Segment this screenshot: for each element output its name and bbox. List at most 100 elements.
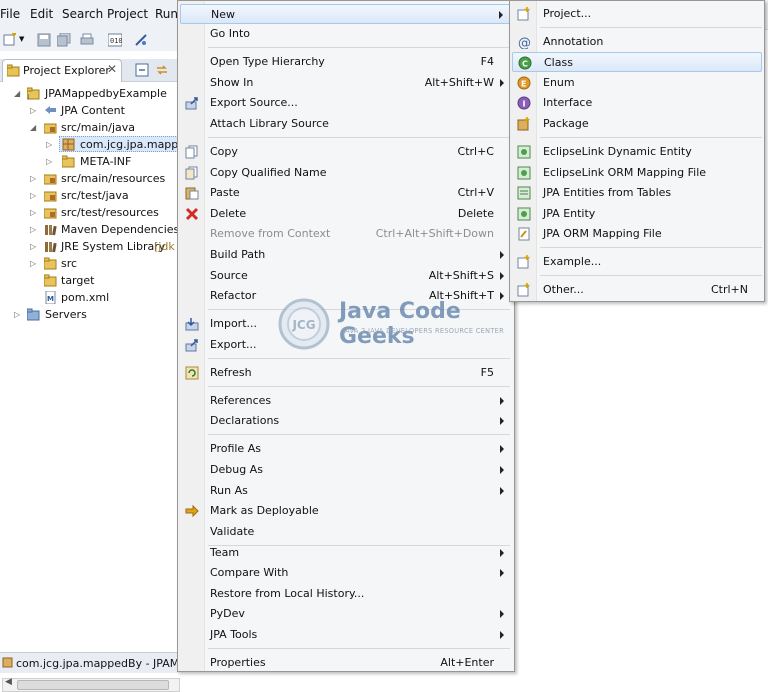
menu-item-show-in[interactable]: Show In Alt+Shift+W [180, 73, 512, 93]
example-icon [517, 255, 530, 269]
menu-item-export-source[interactable]: Export Source... [180, 93, 512, 113]
submenu-item-interface[interactable]: I Interface [512, 93, 762, 113]
collapsed-arrow-icon[interactable]: ▷ [30, 208, 39, 217]
expanded-arrow-icon[interactable]: ◢ [14, 89, 23, 98]
menu-item-refresh[interactable]: Refresh F5 [180, 363, 512, 383]
tree-item-package-selected[interactable]: ▷ com.jcg.jpa.mappe [46, 136, 185, 153]
submenu-item-annotation[interactable]: @ Annotation [512, 32, 762, 52]
collapsed-arrow-icon[interactable]: ▷ [14, 310, 23, 319]
submenu-item-label: JPA ORM Mapping File [543, 227, 662, 240]
submenu-item-jpa-orm-mapping-file[interactable]: JPA ORM Mapping File [512, 224, 762, 244]
copy-qualified-name-icon [185, 166, 198, 180]
menu-item-open-type-hierarchy[interactable]: Open Type Hierarchy F4 [180, 52, 512, 72]
menu-item-new[interactable]: New [180, 4, 512, 24]
new-wizard-icon[interactable] [3, 33, 17, 47]
save-icon[interactable] [37, 33, 51, 47]
menu-item-go-into[interactable]: Go Into [180, 24, 512, 44]
collapsed-arrow-icon[interactable]: ▷ [30, 259, 39, 268]
svg-text:C: C [522, 60, 528, 69]
package-icon [2, 657, 13, 668]
svg-text:J: J [27, 94, 29, 100]
menu-item-properties[interactable]: Properties Alt+Enter [180, 653, 512, 673]
menu-item-label: Build Path [210, 248, 266, 261]
menu-item-jpa-tools[interactable]: JPA Tools [180, 625, 512, 645]
collapsed-arrow-icon[interactable]: ▷ [46, 140, 55, 149]
menu-item-validate[interactable]: Validate [180, 522, 512, 542]
dropdown-arrow-icon[interactable]: ▼ [19, 35, 33, 49]
menu-item-shortcut: Ctrl+C [457, 145, 494, 158]
collapse-all-icon[interactable] [135, 63, 149, 77]
collapsed-arrow-icon[interactable]: ▷ [30, 191, 39, 200]
close-icon[interactable]: ✕ [107, 62, 117, 76]
menu-item-copy[interactable]: Copy Ctrl+C [180, 142, 512, 162]
tree-item-label: JPA Content [61, 104, 125, 117]
menu-item-team[interactable]: Team [180, 543, 512, 563]
menu-item-profile-as[interactable]: Profile As [180, 439, 512, 459]
menu-item-label: Refresh [210, 366, 252, 379]
save-all-icon[interactable] [57, 33, 71, 47]
collapsed-arrow-icon[interactable]: ▷ [30, 106, 39, 115]
submenu-item-class[interactable]: C Class [512, 52, 762, 72]
collapsed-arrow-icon[interactable]: ▷ [46, 157, 55, 166]
submenu-item-other[interactable]: Other... Ctrl+N [512, 280, 762, 300]
submenu-item-example[interactable]: Example... [512, 252, 762, 272]
menu-item-label: Export Source... [210, 96, 298, 109]
submenu-item-enum[interactable]: E Enum [512, 73, 762, 93]
menu-item-source[interactable]: Source Alt+Shift+S [180, 266, 512, 286]
skip-breakpoints-icon[interactable] [134, 33, 148, 47]
menu-item-restore-from-local-history[interactable]: Restore from Local History... [180, 584, 512, 604]
menu-item-declarations[interactable]: Declarations [180, 411, 512, 431]
menu-separator [540, 275, 762, 276]
link-with-editor-icon[interactable] [155, 63, 169, 77]
menu-item-references[interactable]: References [180, 391, 512, 411]
submenu-item-label: Annotation [543, 35, 604, 48]
scrollbar-thumb[interactable] [17, 680, 169, 690]
menu-item-delete[interactable]: Delete Delete [180, 204, 512, 224]
collapsed-arrow-icon[interactable]: ▷ [30, 174, 39, 183]
binary-icon[interactable]: 010 [108, 33, 122, 47]
tree-item-label: src/test/resources [61, 206, 159, 219]
submenu-item-jpa-entities-from-tables[interactable]: JPA Entities from Tables [512, 183, 762, 203]
jpa-entities-from-tables-icon [517, 186, 531, 200]
watermark-logo: JCG Java Code Geeks JAVA 2 JAVA DEVELOPE… [269, 293, 505, 355]
expanded-arrow-icon[interactable]: ◢ [30, 123, 39, 132]
submenu-item-label: Project... [543, 7, 592, 20]
menu-run[interactable]: Run [155, 7, 178, 21]
menu-item-label: Export... [210, 338, 257, 351]
menu-item-pydev[interactable]: PyDev [180, 604, 512, 624]
refresh-icon [185, 366, 199, 380]
menu-item-run-as[interactable]: Run As [180, 481, 512, 501]
submenu-item-eclipselink-orm-mapping-file[interactable]: EclipseLink ORM Mapping File [512, 163, 762, 183]
menu-edit[interactable]: Edit [30, 7, 53, 21]
tree-item-label: com.jcg.jpa.mappe [80, 138, 186, 151]
menu-item-attach-library-source[interactable]: Attach Library Source [180, 114, 512, 134]
menu-item-build-path[interactable]: Build Path [180, 245, 512, 265]
submenu-item-package[interactable]: Package [512, 114, 762, 134]
menu-search[interactable]: Search [62, 7, 103, 21]
submenu-item-label: JPA Entity [543, 207, 596, 220]
eclipselink-entity-icon [517, 145, 531, 159]
menu-item-label: PyDev [210, 607, 245, 620]
submenu-item-eclipselink-dynamic-entity[interactable]: EclipseLink Dynamic Entity [512, 142, 762, 162]
submenu-arrow-icon [500, 272, 504, 280]
menu-item-debug-as[interactable]: Debug As [180, 460, 512, 480]
submenu-item-jpa-entity[interactable]: JPA Entity [512, 204, 762, 224]
project-explorer-tab[interactable]: Project Explorer ✕ [2, 59, 122, 82]
collapsed-arrow-icon[interactable]: ▷ [30, 225, 39, 234]
menu-item-mark-as-deployable[interactable]: Mark as Deployable [180, 501, 512, 521]
tree-item-label: META-INF [80, 155, 132, 168]
menu-item-compare-with[interactable]: Compare With [180, 563, 512, 583]
horizontal-scrollbar[interactable]: ◀ [2, 677, 180, 692]
collapsed-arrow-icon[interactable]: ▷ [30, 242, 39, 251]
print-icon[interactable] [80, 33, 94, 47]
other-wizard-icon [517, 283, 530, 297]
menu-item-copy-qualified-name[interactable]: Copy Qualified Name [180, 163, 512, 183]
menu-item-shortcut: Delete [457, 207, 494, 220]
submenu-item-project[interactable]: Project... [512, 4, 762, 24]
menu-project[interactable]: Project [107, 7, 148, 21]
maven-file-icon: M [45, 291, 56, 304]
menu-item-label: Copy Qualified Name [210, 166, 327, 179]
menu-file[interactable]: File [0, 7, 20, 21]
menu-item-paste[interactable]: Paste Ctrl+V [180, 183, 512, 203]
scroll-left-icon[interactable]: ◀ [5, 677, 12, 687]
